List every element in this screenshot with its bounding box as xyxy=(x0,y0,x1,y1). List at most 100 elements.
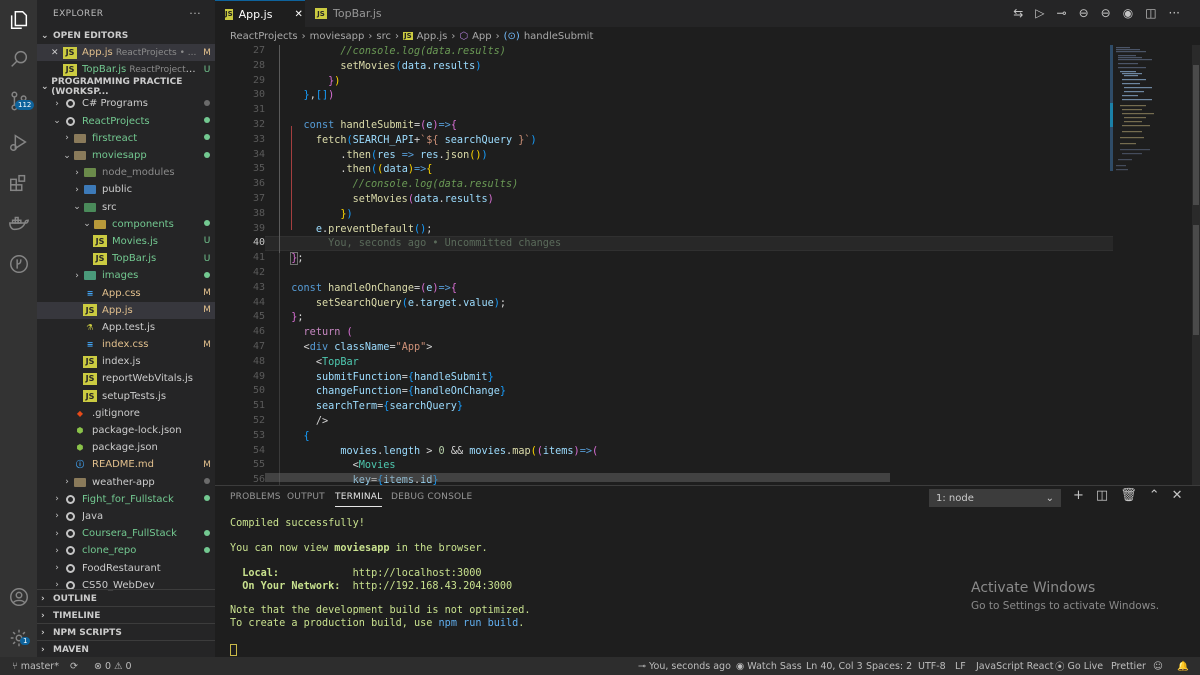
language-mode[interactable]: JavaScript React xyxy=(976,657,1053,675)
tree-item[interactable]: JS Movies.js U xyxy=(37,233,215,250)
branch-status[interactable]: ⑂ master* xyxy=(12,657,59,675)
chevron-right-icon: › xyxy=(41,610,45,621)
breadcrumb-item[interactable]: App xyxy=(472,31,492,42)
timeline-section[interactable]: › TIMELINE xyxy=(37,607,215,624)
tab-problems[interactable]: PROBLEMS xyxy=(230,492,281,502)
tree-item[interactable]: ≡ index.css M xyxy=(37,336,215,353)
breadcrumb-item[interactable]: handleSubmit xyxy=(524,31,594,42)
compare-changes-icon[interactable]: ⇆ xyxy=(1013,6,1023,20)
previous-change-icon[interactable]: ⊖ xyxy=(1079,6,1089,20)
search-icon[interactable] xyxy=(6,46,31,71)
tab-app-js[interactable]: JS App.js ✕ xyxy=(215,0,305,27)
terminal-line: Note that the development build is not o… xyxy=(230,605,531,616)
tree-item[interactable]: › Coursera_FullStack xyxy=(37,525,215,542)
maven-section[interactable]: › MAVEN xyxy=(37,641,215,658)
breadcrumb-item[interactable]: ReactProjects xyxy=(230,31,298,42)
cursor-position[interactable]: Ln 40, Col 3 xyxy=(806,657,863,675)
feedback-icon[interactable]: ☺ xyxy=(1153,657,1163,675)
tab-debug-console[interactable]: DEBUG CONSOLE xyxy=(391,492,472,502)
tree-item[interactable]: ⌄ src xyxy=(37,199,215,216)
terminal-select[interactable]: 1: node ⌄ xyxy=(929,489,1061,507)
outline-section[interactable]: › OUTLINE xyxy=(37,590,215,607)
eol-status[interactable]: LF xyxy=(955,657,966,675)
tree-item[interactable]: ⌄ ReactProjects xyxy=(37,113,215,130)
local-url-link[interactable]: http://localhost:3000 xyxy=(353,568,482,579)
encoding-status[interactable]: UTF-8 xyxy=(918,657,946,675)
add-terminal-icon[interactable]: + xyxy=(1073,488,1084,503)
line-number: 43 xyxy=(252,281,265,293)
tree-item[interactable]: › images xyxy=(37,267,215,284)
tree-item[interactable]: › weather-app xyxy=(37,474,215,491)
split-terminal-icon[interactable]: ◫ xyxy=(1096,488,1108,503)
sync-button[interactable]: ⟳ xyxy=(70,657,78,675)
tab-topbar-js[interactable]: JS TopBar.js xyxy=(305,0,405,27)
code-editor[interactable]: 27 28 29 30 31 32 33 34 35 36 37 38 39 40 41 42 43 44 45 46… xyxy=(215,45,1200,485)
horizontal-scrollbar[interactable] xyxy=(265,473,890,482)
npm-scripts-section[interactable]: › NPM SCRIPTS xyxy=(37,624,215,641)
minimap[interactable] xyxy=(1110,45,1200,485)
tree-item[interactable]: › Java xyxy=(37,508,215,525)
tree-item[interactable]: ⬢ package.json xyxy=(37,439,215,456)
js-file-icon: JS xyxy=(63,46,77,59)
tree-item[interactable]: ◆ .gitignore xyxy=(37,405,215,422)
run-debug-icon[interactable] xyxy=(6,129,31,154)
maximize-panel-icon[interactable]: ⌃ xyxy=(1149,488,1160,503)
close-icon[interactable]: ✕ xyxy=(294,9,302,20)
open-editor-topbar-js[interactable]: JS TopBar.js ReactProjects ... U xyxy=(37,61,215,78)
close-panel-icon[interactable]: ✕ xyxy=(1172,488,1183,503)
go-live-button[interactable]: ⦿ Go Live xyxy=(1055,657,1103,675)
explorer-icon[interactable] xyxy=(6,7,31,32)
tree-item[interactable]: ⓘ README.md M xyxy=(37,456,215,473)
tree-item[interactable]: › FoodRestaurant xyxy=(37,559,215,576)
tree-item[interactable]: ⚗ App.test.js xyxy=(37,319,215,336)
tree-item[interactable]: ⌄ moviesapp xyxy=(37,147,215,164)
tree-item[interactable]: › C# Programs xyxy=(37,95,215,112)
tab-output[interactable]: OUTPUT xyxy=(287,492,325,502)
breadcrumb-item[interactable]: App.js xyxy=(417,31,448,42)
extensions-icon[interactable] xyxy=(6,170,31,195)
branch-label: master* xyxy=(20,660,59,672)
tree-item[interactable]: JS App.js M xyxy=(37,301,215,319)
tree-item[interactable]: › Fight_for_Fullstack xyxy=(37,491,215,508)
open-editor-app-js[interactable]: ✕ JS App.js ReactProjects • ... M xyxy=(37,44,215,62)
close-icon[interactable]: ✕ xyxy=(51,48,63,58)
workspace-header[interactable]: ⌄ PROGRAMMING PRACTICE (WORKSP... xyxy=(37,77,215,97)
tree-item[interactable]: › clone_repo xyxy=(37,542,215,559)
problems-status[interactable]: ⊗ 0 ⚠ 0 xyxy=(94,657,132,675)
line-number: 42 xyxy=(252,267,265,278)
docker-icon[interactable] xyxy=(6,210,31,235)
tree-item[interactable]: JS TopBar.js U xyxy=(37,250,215,267)
blame-status[interactable]: ⊸ You, seconds ago xyxy=(638,657,731,675)
explorer-more-button[interactable]: ··· xyxy=(189,7,201,20)
split-editor-icon[interactable]: ◫ xyxy=(1145,6,1156,20)
breadcrumb-item[interactable]: src xyxy=(376,31,391,42)
blame-label: You, seconds ago xyxy=(648,660,731,672)
next-change-icon[interactable]: ⊖ xyxy=(1101,6,1111,20)
kill-terminal-icon[interactable]: 🗑 xyxy=(1120,488,1137,503)
tree-item[interactable]: ⬢ package-lock.json xyxy=(37,422,215,439)
open-preview-icon[interactable]: ◉ xyxy=(1123,6,1133,20)
git-graph-icon[interactable] xyxy=(6,251,31,276)
tree-item[interactable]: ≡ App.css M xyxy=(37,284,215,301)
watch-sass-button[interactable]: ◉ Watch Sass xyxy=(736,657,802,675)
notifications-icon[interactable]: 🔔 xyxy=(1177,657,1189,675)
tab-terminal[interactable]: TERMINAL xyxy=(335,492,383,507)
breadcrumb-item[interactable]: moviesapp xyxy=(310,31,365,42)
network-url-link[interactable]: http://192.168.43.204:3000 xyxy=(353,581,512,592)
git-commit-icon[interactable]: ⊸ xyxy=(1057,6,1067,20)
indentation-status[interactable]: Spaces: 2 xyxy=(866,657,912,675)
open-editors-header[interactable]: ⌄ OPEN EDITORS xyxy=(37,27,215,44)
terminal-cursor[interactable] xyxy=(230,644,237,656)
tree-item[interactable]: ⌄ components xyxy=(37,216,215,233)
tree-item[interactable]: JS setupTests.js xyxy=(37,388,215,405)
tree-item[interactable]: › node_modules xyxy=(37,164,215,181)
git-blame-annotation: You, seconds ago • Uncommitted changes xyxy=(328,238,562,250)
prettier-status[interactable]: Prettier xyxy=(1111,657,1146,675)
tree-item[interactable]: › public xyxy=(37,181,215,198)
accounts-icon[interactable] xyxy=(6,584,31,609)
tree-item[interactable]: › firstreact xyxy=(37,130,215,147)
tree-item[interactable]: JS index.js xyxy=(37,353,215,370)
more-actions-icon[interactable]: ··· xyxy=(1169,6,1180,20)
tree-item[interactable]: JS reportWebVitals.js xyxy=(37,370,215,387)
run-icon[interactable]: ▷ xyxy=(1035,6,1044,20)
